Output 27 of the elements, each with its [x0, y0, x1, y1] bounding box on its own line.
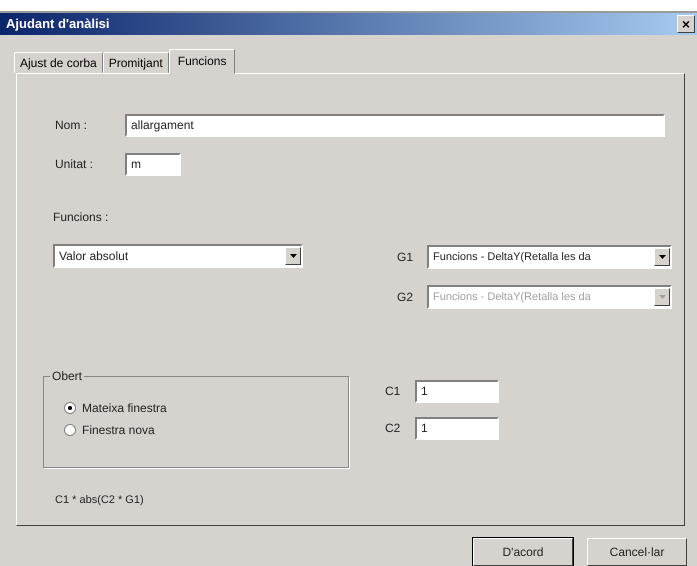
- dialog-button[interactable]: D'acord: [473, 538, 573, 566]
- input-field[interactable]: 1: [415, 380, 499, 403]
- field-label: C2: [384, 421, 402, 436]
- field-label: Unitat :: [54, 157, 94, 172]
- caret-icon: [654, 248, 670, 266]
- radio-option[interactable]: Finestra nova: [64, 422, 348, 437]
- window-title: Ajudant d'anàlisi: [6, 16, 110, 32]
- group-title: Obert: [50, 368, 84, 383]
- dropdown[interactable]: Valor absolut: [53, 244, 303, 268]
- close-button[interactable]: ×: [677, 14, 695, 33]
- input-field[interactable]: m: [125, 152, 181, 176]
- input-field[interactable]: 1: [415, 416, 499, 440]
- dialog-button[interactable]: Cancel·lar: [587, 538, 687, 566]
- dropdown[interactable]: Funcions - DeltaY(Retalla les da: [427, 244, 672, 269]
- field-label: G2: [396, 290, 414, 304]
- formula-text: C1 * abs(C2 * G1): [55, 494, 144, 506]
- caret-icon: [285, 246, 301, 265]
- tab[interactable]: Funcions: [168, 48, 236, 74]
- field-label: G1: [396, 250, 414, 264]
- input-field[interactable]: allargament: [125, 114, 665, 137]
- radio-option[interactable]: Mateixa finestra: [64, 400, 348, 415]
- tab[interactable]: Ajust de corba: [14, 52, 103, 73]
- field-label: Funcions :: [53, 210, 110, 224]
- tab[interactable]: Promitjant: [102, 52, 169, 73]
- field-label: Nom :: [54, 118, 88, 132]
- field-label: C1: [384, 384, 402, 398]
- caret-icon: [654, 288, 670, 306]
